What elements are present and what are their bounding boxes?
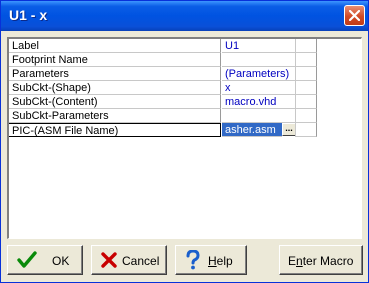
cancel-button[interactable]: Cancel	[91, 245, 167, 275]
close-icon	[349, 10, 360, 21]
property-row-parameters[interactable]: Parameters (Parameters)	[9, 67, 361, 81]
property-row-subckt-shape[interactable]: SubCkt-(Shape) x	[9, 81, 361, 95]
property-value[interactable]	[222, 109, 295, 123]
help-button[interactable]: Help	[175, 245, 247, 275]
property-extra-cell	[295, 123, 317, 137]
cancel-x-icon	[101, 252, 117, 268]
property-row-subckt-content[interactable]: SubCkt-(Content) macro.vhd	[9, 95, 361, 109]
ok-label: OK	[52, 254, 70, 268]
property-value[interactable]: x	[222, 81, 295, 95]
window-title: U1 - x	[9, 7, 48, 23]
property-extra-cell	[295, 109, 317, 123]
property-name: SubCkt-Parameters	[9, 109, 221, 123]
checkmark-icon	[17, 251, 37, 268]
property-name: SubCkt-(Shape)	[9, 81, 221, 95]
property-row-label[interactable]: Label U1	[9, 39, 361, 53]
property-name: PIC-(ASM File Name)	[9, 123, 221, 137]
property-extra-cell	[295, 95, 317, 109]
property-value[interactable]: macro.vhd	[222, 95, 295, 109]
property-row-subckt-parameters[interactable]: SubCkt-Parameters	[9, 109, 361, 123]
property-value-input[interactable]: asher.asm	[222, 123, 282, 137]
property-value[interactable]: U1	[222, 39, 295, 53]
property-value[interactable]	[222, 53, 295, 67]
question-mark-icon	[186, 250, 200, 270]
enter-macro-button[interactable]: Enter Macro	[279, 245, 363, 275]
grid-empty-area	[9, 151, 361, 238]
property-grid[interactable]: Label U1 Footprint Name Parameters (Para…	[7, 37, 362, 239]
property-row-pic-asm-file-name[interactable]: PIC-(ASM File Name) asher.asm ...	[9, 123, 361, 137]
cancel-label: Cancel	[122, 254, 160, 268]
property-name: Footprint Name	[9, 53, 221, 67]
property-extra-cell	[295, 67, 317, 81]
property-extra-cell	[295, 81, 317, 95]
property-name: Parameters	[9, 67, 221, 81]
property-row-footprint-name[interactable]: Footprint Name	[9, 53, 361, 67]
title-bar[interactable]: U1 - x	[1, 1, 368, 31]
property-name: SubCkt-(Content)	[9, 95, 221, 109]
property-extra-cell	[295, 39, 317, 53]
property-value[interactable]: (Parameters)	[222, 67, 295, 81]
property-name: Label	[9, 39, 221, 53]
property-extra-cell	[295, 53, 317, 67]
enter-macro-label: Enter Macro	[288, 254, 354, 268]
browse-ellipsis-button[interactable]: ...	[282, 123, 296, 136]
properties-dialog: U1 - x Label U1 Footprint Name Parameter…	[0, 0, 369, 283]
help-label: Help	[208, 254, 233, 268]
close-button[interactable]	[344, 5, 365, 26]
ok-button[interactable]: OK	[7, 245, 83, 275]
